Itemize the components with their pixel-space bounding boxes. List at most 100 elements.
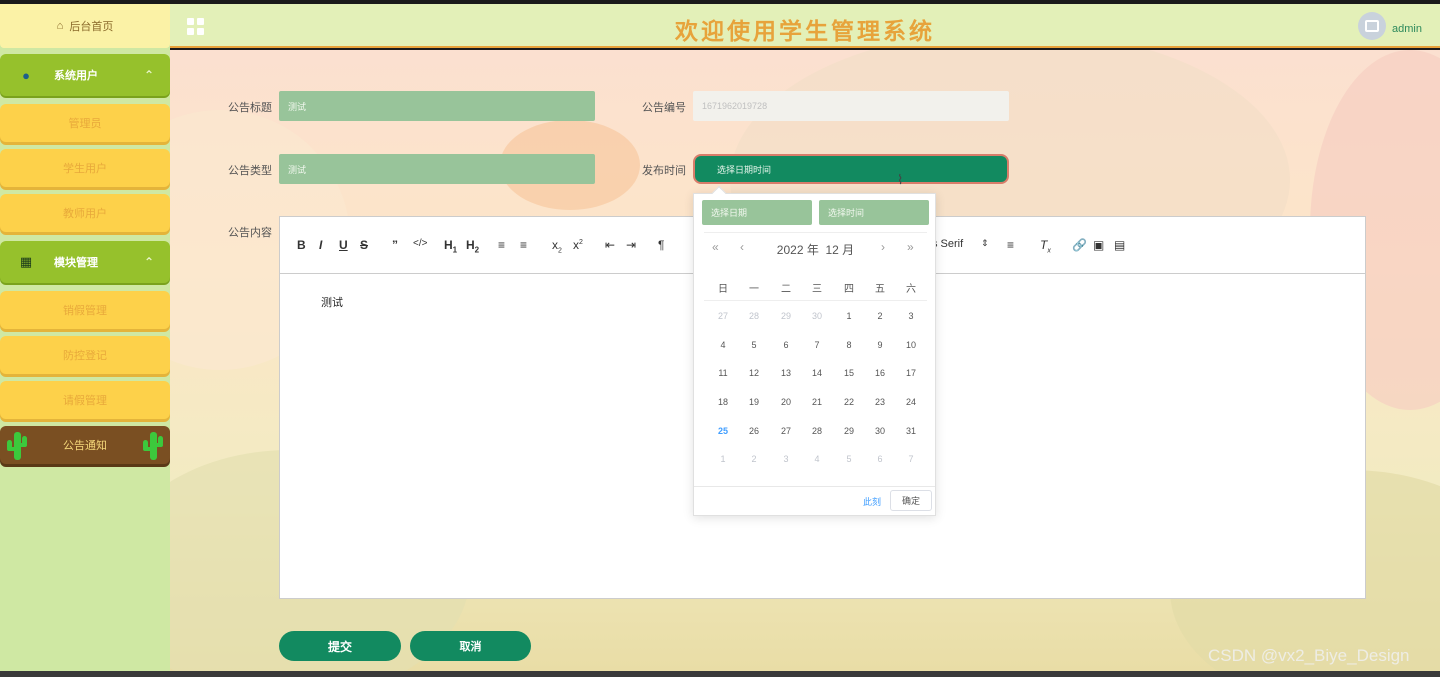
sidebar-item-teacher-users[interactable]: 教师用户 xyxy=(0,194,170,232)
calendar-day[interactable]: 3 xyxy=(774,454,798,464)
user-name[interactable]: admin xyxy=(1392,23,1422,35)
clear-format-icon[interactable]: Tx xyxy=(1040,238,1051,254)
sidebar-item-leave-cancel[interactable]: 销假管理 xyxy=(0,291,170,329)
announcement-title-label: 公告标题 xyxy=(228,102,272,114)
calendar-day[interactable]: 19 xyxy=(742,397,766,407)
calendar-day[interactable]: 21 xyxy=(805,397,829,407)
calendar-day[interactable]: 10 xyxy=(899,340,923,350)
announcement-type-label: 公告类型 xyxy=(228,165,272,177)
calendar-day[interactable]: 31 xyxy=(899,426,923,436)
calendar-day[interactable]: 4 xyxy=(711,340,735,350)
text-direction-icon[interactable]: ¶ xyxy=(658,238,664,252)
calendar-day[interactable]: 9 xyxy=(868,340,892,350)
image-icon[interactable]: ▣ xyxy=(1093,238,1104,252)
calendar-day[interactable]: 11 xyxy=(711,368,735,378)
now-button[interactable]: 此刻 xyxy=(863,495,881,508)
calendar-day[interactable]: 1 xyxy=(837,311,861,321)
calendar-day[interactable]: 2 xyxy=(868,311,892,321)
calendar-day[interactable]: 22 xyxy=(837,397,861,407)
italic-icon[interactable]: I xyxy=(319,238,322,252)
cactus-icon xyxy=(142,430,164,460)
editor-content[interactable]: 测试 xyxy=(321,294,343,310)
next-month-icon[interactable]: › xyxy=(881,240,885,254)
picker-time-input[interactable]: 选择时间 xyxy=(819,200,929,225)
calendar-day[interactable]: 16 xyxy=(868,368,892,378)
calendar-day[interactable]: 23 xyxy=(868,397,892,407)
announcement-number-label: 公告编号 xyxy=(642,102,686,114)
ordered-list-icon[interactable]: ≡ xyxy=(498,238,505,252)
announcement-number-input[interactable]: 1671962019728 xyxy=(693,91,1009,121)
indent-icon[interactable]: ⇥ xyxy=(626,238,636,252)
calendar-day[interactable]: 7 xyxy=(805,340,829,350)
picker-month[interactable]: 12 月 xyxy=(826,243,855,257)
sidebar-item-prevention-register[interactable]: 防控登记 xyxy=(0,336,170,374)
calendar-day[interactable]: 5 xyxy=(742,340,766,350)
calendar-day[interactable]: 5 xyxy=(837,454,861,464)
calendar-day[interactable]: 20 xyxy=(774,397,798,407)
calendar-day[interactable]: 15 xyxy=(837,368,861,378)
calendar-day[interactable]: 14 xyxy=(805,368,829,378)
superscript-icon[interactable]: x2 xyxy=(573,238,583,252)
header1-icon[interactable]: H1 xyxy=(444,238,457,254)
next-year-icon[interactable]: » xyxy=(907,240,914,254)
calendar-day[interactable]: 6 xyxy=(774,340,798,350)
calendar-day[interactable]: 27 xyxy=(774,426,798,436)
calendar-day[interactable]: 28 xyxy=(805,426,829,436)
calendar-day[interactable]: 1 xyxy=(711,454,735,464)
underline-icon[interactable]: U xyxy=(339,238,348,252)
submit-button[interactable]: 提交 xyxy=(279,631,401,661)
bullet-list-icon[interactable]: ≡ xyxy=(520,238,527,252)
chevron-updown-icon[interactable]: ⇕ xyxy=(981,238,989,249)
calendar-day[interactable]: 8 xyxy=(837,340,861,350)
calendar-day[interactable]: 6 xyxy=(868,454,892,464)
sidebar: ⌂ 后台首页 ● 系统用户 ⌃ 管理员 学生用户 教师用户 ▦ 模块管理 ⌃ 销… xyxy=(0,4,170,671)
calendar-day[interactable]: 27 xyxy=(711,311,735,321)
calendar-day[interactable]: 18 xyxy=(711,397,735,407)
announcement-type-input[interactable]: 测试 xyxy=(279,154,595,184)
calendar-day[interactable]: 13 xyxy=(774,368,798,378)
calendar-day[interactable]: 4 xyxy=(805,454,829,464)
header2-icon[interactable]: H2 xyxy=(466,238,479,254)
calendar-day[interactable]: 12 xyxy=(742,368,766,378)
confirm-button[interactable]: 确定 xyxy=(890,490,932,511)
video-icon[interactable]: ▤ xyxy=(1114,238,1125,252)
weekday-label: 二 xyxy=(781,284,791,295)
page-title: 欢迎使用学生管理系统 xyxy=(675,18,935,44)
calendar-day[interactable]: 28 xyxy=(742,311,766,321)
sidebar-home-button[interactable]: ⌂ 后台首页 xyxy=(0,4,170,48)
divider xyxy=(704,300,927,301)
sidebar-item-student-users[interactable]: 学生用户 xyxy=(0,149,170,187)
align-icon[interactable]: ≡ xyxy=(1007,238,1014,252)
calendar-day[interactable]: 30 xyxy=(868,426,892,436)
link-icon[interactable]: 🔗 xyxy=(1072,238,1087,252)
sidebar-group-modules[interactable]: ▦ 模块管理 ⌃ xyxy=(0,241,170,283)
picker-date-input[interactable]: 选择日期 xyxy=(702,200,812,225)
code-icon[interactable]: </> xyxy=(413,238,427,249)
calendar-day[interactable]: 2 xyxy=(742,454,766,464)
calendar-day[interactable]: 25 xyxy=(711,426,735,436)
bold-icon[interactable]: B xyxy=(297,238,306,252)
outdent-icon[interactable]: ⇤ xyxy=(605,238,615,252)
calendar-day[interactable]: 26 xyxy=(742,426,766,436)
picker-year[interactable]: 2022 年 xyxy=(777,243,819,257)
subscript-icon[interactable]: x2 xyxy=(552,238,562,254)
calendar-day[interactable]: 29 xyxy=(774,311,798,321)
calendar-day[interactable]: 3 xyxy=(899,311,923,321)
cancel-button[interactable]: 取消 xyxy=(410,631,531,661)
calendar-day[interactable]: 17 xyxy=(899,368,923,378)
sidebar-item-leave-management[interactable]: 请假管理 xyxy=(0,381,170,419)
sidebar-item-announcements[interactable]: 公告通知 xyxy=(0,426,170,464)
calendar-day[interactable]: 7 xyxy=(899,454,923,464)
calendar-day[interactable]: 30 xyxy=(805,311,829,321)
user-icon: ● xyxy=(22,67,30,83)
publish-time-input[interactable]: 选择日期时间 xyxy=(693,154,1009,184)
weekday-label: 日 xyxy=(718,284,728,295)
strike-icon[interactable]: S xyxy=(360,238,368,252)
announcement-title-input[interactable]: 测试 xyxy=(279,91,595,121)
sidebar-item-admin[interactable]: 管理员 xyxy=(0,104,170,142)
calendar-day[interactable]: 24 xyxy=(899,397,923,407)
blockquote-icon[interactable]: ” xyxy=(392,238,398,252)
avatar[interactable] xyxy=(1358,12,1386,40)
sidebar-group-system-users[interactable]: ● 系统用户 ⌃ xyxy=(0,54,170,96)
calendar-day[interactable]: 29 xyxy=(837,426,861,436)
